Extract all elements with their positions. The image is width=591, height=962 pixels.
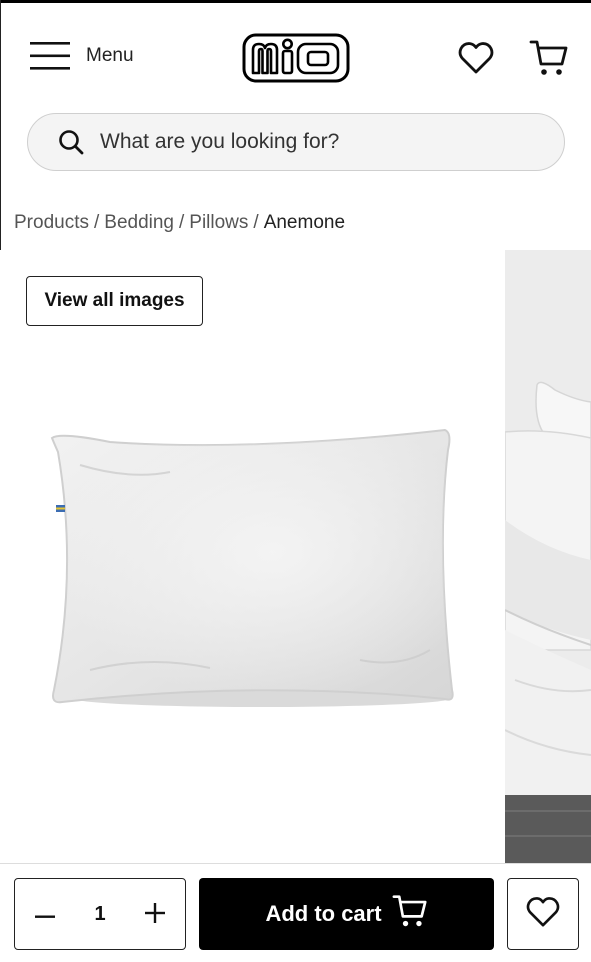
pillow-image <box>50 428 454 707</box>
minus-icon <box>35 907 55 922</box>
add-to-cart-label: Add to cart <box>265 901 382 926</box>
search-icon <box>58 129 84 155</box>
breadcrumb-products[interactable]: Products <box>14 212 89 234</box>
hamburger-icon <box>30 41 70 71</box>
increase-quantity-button[interactable] <box>125 879 185 949</box>
breadcrumb: Products / Bedding / Pillows / Anemone <box>14 212 345 234</box>
quantity-value: 1 <box>94 902 106 925</box>
wishlist-button[interactable] <box>458 41 494 80</box>
product-gallery[interactable] <box>0 250 591 863</box>
plus-icon <box>145 902 165 926</box>
gallery-slide-next[interactable] <box>505 250 591 863</box>
site-header: Menu <box>0 3 591 108</box>
menu-button[interactable]: Menu <box>30 41 134 71</box>
bedroom-image <box>505 250 591 863</box>
menu-label: Menu <box>86 45 134 66</box>
heart-icon <box>526 896 560 933</box>
cart-icon <box>392 894 428 934</box>
breadcrumb-separator: / <box>93 212 100 233</box>
breadcrumb-separator: / <box>179 212 185 233</box>
add-to-cart-button[interactable]: Add to cart <box>199 878 494 950</box>
search-bar[interactable] <box>27 113 565 171</box>
add-to-wishlist-button[interactable] <box>507 878 579 950</box>
gallery-slide-main[interactable] <box>0 250 505 863</box>
mio-logo[interactable] <box>242 33 350 88</box>
breadcrumb-separator: / <box>253 212 259 233</box>
cart-button[interactable] <box>529 39 569 82</box>
breadcrumb-bedding[interactable]: Bedding <box>104 212 174 234</box>
breadcrumb-current: Anemone <box>263 212 346 233</box>
cart-icon <box>529 40 569 81</box>
quantity-stepper[interactable]: 1 <box>14 878 186 950</box>
breadcrumb-pillows[interactable]: Pillows <box>189 212 248 234</box>
decrease-quantity-button[interactable] <box>15 879 75 949</box>
purchase-bar: 1 Add to cart <box>0 863 591 962</box>
search-input[interactable] <box>100 130 520 154</box>
heart-icon <box>458 42 494 79</box>
view-all-images-button[interactable]: View all images <box>26 276 203 326</box>
